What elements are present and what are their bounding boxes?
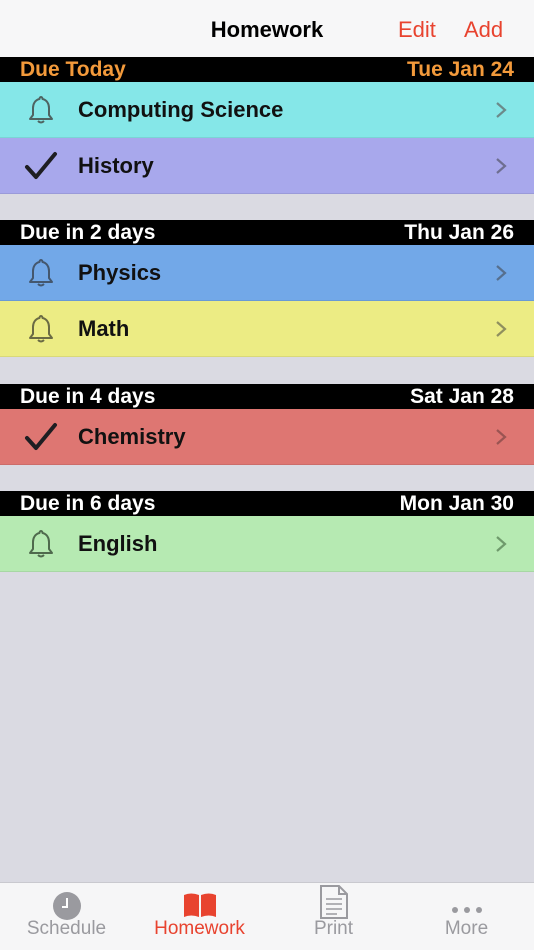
item-label: English <box>78 530 158 556</box>
section-date: Sat Jan 28 <box>410 385 514 408</box>
section-header: Due in 4 days Sat Jan 28 <box>0 384 534 409</box>
navigation-bar: Homework Edit Add <box>0 0 534 57</box>
list-item-physics[interactable]: Physics <box>0 245 534 301</box>
tab-more[interactable]: More <box>400 883 533 950</box>
add-button[interactable]: Add <box>464 17 503 43</box>
ellipsis-icon <box>451 901 483 919</box>
chevron-right-icon <box>496 321 507 337</box>
section-label: Due in 4 days <box>20 385 156 408</box>
section-label: Due in 2 days <box>20 221 156 244</box>
section-date: Thu Jan 26 <box>404 221 514 244</box>
tab-label: Schedule <box>26 918 107 939</box>
tab-print[interactable]: Print <box>267 883 400 950</box>
section-label: Due Today <box>20 58 126 81</box>
section-due-in-2-days: Due in 2 days Thu Jan 26 Physics Math <box>0 220 534 357</box>
section-header: Due Today Tue Jan 24 <box>0 57 534 82</box>
section-date: Tue Jan 24 <box>407 58 514 81</box>
section-due-in-6-days: Due in 6 days Mon Jan 30 English <box>0 491 534 572</box>
checkmark-icon[interactable] <box>24 421 58 453</box>
edit-button[interactable]: Edit <box>398 17 436 43</box>
chevron-right-icon <box>496 158 507 174</box>
tab-homework[interactable]: Homework <box>133 883 266 950</box>
chevron-right-icon <box>496 102 507 118</box>
bell-icon[interactable] <box>24 528 58 560</box>
homework-app: Homework Edit Add Due Today Tue Jan 24 C… <box>0 0 534 950</box>
tab-label: More <box>444 918 489 939</box>
bell-icon[interactable] <box>24 94 58 126</box>
tab-label: Print <box>313 918 354 939</box>
checkmark-icon[interactable] <box>24 150 58 182</box>
section-date: Mon Jan 30 <box>399 492 514 515</box>
list-item-computing-science[interactable]: Computing Science <box>0 82 534 138</box>
item-label: Physics <box>78 259 162 285</box>
section-header: Due in 6 days Mon Jan 30 <box>0 491 534 516</box>
tab-label: Homework <box>154 918 245 939</box>
tab-bar: Schedule Homework Print More <box>0 882 534 950</box>
section-due-today: Due Today Tue Jan 24 Computing Science H… <box>0 57 534 194</box>
list-item-english[interactable]: English <box>0 516 534 572</box>
chevron-right-icon <box>496 265 507 281</box>
section-label: Due in 6 days <box>20 492 156 515</box>
item-label: Math <box>78 315 130 341</box>
list-item-chemistry[interactable]: Chemistry <box>0 409 534 465</box>
chevron-right-icon <box>496 536 507 552</box>
item-label: Chemistry <box>78 423 186 449</box>
list-item-math[interactable]: Math <box>0 301 534 357</box>
section-due-in-4-days: Due in 4 days Sat Jan 28 Chemistry <box>0 384 534 465</box>
bell-icon[interactable] <box>24 257 58 289</box>
tab-schedule[interactable]: Schedule <box>0 883 133 950</box>
bell-icon[interactable] <box>24 313 58 345</box>
item-label: History <box>78 152 154 178</box>
list-item-history[interactable]: History <box>0 138 534 194</box>
chevron-right-icon <box>496 429 507 445</box>
item-label: Computing Science <box>78 96 284 122</box>
page-title: Homework <box>210 17 324 42</box>
section-header: Due in 2 days Thu Jan 26 <box>0 220 534 245</box>
